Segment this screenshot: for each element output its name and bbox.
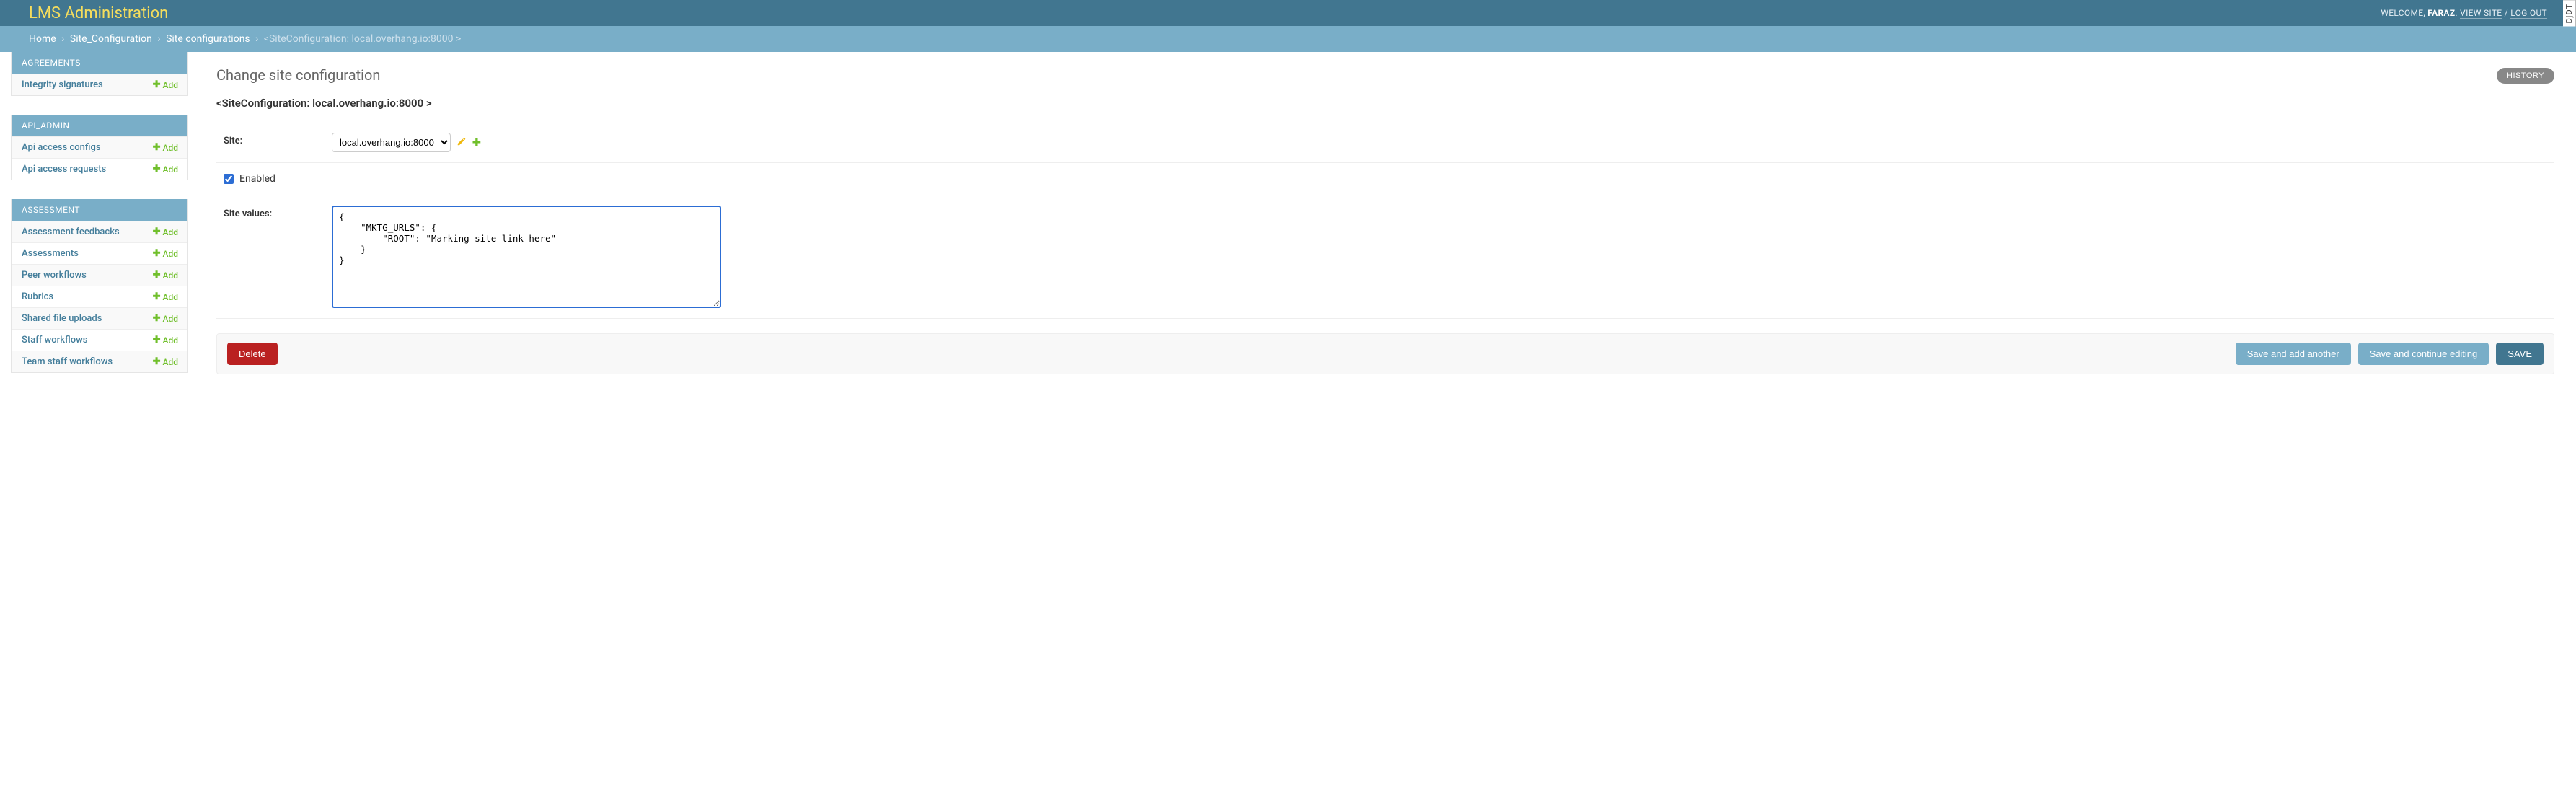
enabled-label: Enabled: [239, 173, 275, 185]
add-related-icon[interactable]: ✚: [472, 137, 481, 149]
username: FARAZ: [2427, 8, 2455, 18]
model-link-staff-workflows[interactable]: Staff workflows: [22, 335, 87, 346]
app-caption-api-admin[interactable]: API_ADMIN: [12, 115, 187, 136]
model-row-staff-workflows: Staff workflows ✚Add: [12, 329, 187, 351]
add-link-assessments[interactable]: ✚Add: [153, 248, 178, 259]
breadcrumb-separator: ›: [154, 33, 163, 45]
delete-button[interactable]: Delete: [227, 343, 278, 365]
add-link-rubrics[interactable]: ✚Add: [153, 291, 178, 302]
app-module-agreements: AGREEMENTS Integrity signatures ✚Add: [11, 52, 188, 96]
plus-icon: ✚: [153, 142, 161, 153]
model-row-api-access-configs: Api access configs ✚Add: [12, 136, 187, 158]
model-row-team-staff-workflows: Team staff workflows ✚Add: [12, 351, 187, 372]
plus-icon: ✚: [153, 291, 161, 302]
model-row-integrity-signatures: Integrity signatures ✚Add: [12, 74, 187, 95]
object-repr: <SiteConfiguration: local.overhang.io:80…: [216, 97, 2554, 110]
object-tools: HISTORY: [2497, 68, 2554, 84]
add-link-api-access-configs[interactable]: ✚Add: [153, 142, 178, 153]
user-tools: WELCOME, FARAZ. VIEW SITE / LOG OUT: [2381, 8, 2547, 18]
model-link-assessment-feedbacks[interactable]: Assessment feedbacks: [22, 226, 120, 237]
app-caption-agreements[interactable]: AGREEMENTS: [12, 52, 187, 74]
plus-icon: ✚: [153, 248, 161, 259]
field-row-enabled: Enabled: [216, 163, 2554, 195]
model-link-api-access-requests[interactable]: Api access requests: [22, 164, 106, 175]
app-module-assessment: ASSESSMENTAssessment feedbacks✚AddAssess…: [11, 199, 188, 373]
plus-icon: ✚: [153, 356, 161, 367]
model-row-rubrics: Rubrics ✚Add: [12, 286, 187, 307]
app-sidebar: AGREEMENTSIntegrity signatures✚AddAPI_AD…: [11, 52, 188, 392]
breadcrumb-model[interactable]: Site configurations: [166, 33, 250, 45]
welcome-prefix: WELCOME,: [2381, 8, 2427, 18]
model-link-rubrics[interactable]: Rubrics: [22, 291, 53, 302]
site-label: Site:: [224, 133, 332, 146]
save-continue-button[interactable]: Save and continue editing: [2358, 343, 2489, 365]
plus-icon: ✚: [153, 226, 161, 237]
breadcrumb-separator: ›: [252, 33, 261, 45]
model-link-integrity-signatures[interactable]: Integrity signatures: [22, 79, 103, 90]
add-label: Add: [163, 143, 178, 153]
pencil-icon[interactable]: [456, 136, 467, 149]
model-link-team-staff-workflows[interactable]: Team staff workflows: [22, 356, 113, 367]
model-row-assessments: Assessments ✚Add: [12, 242, 187, 264]
save-button[interactable]: SAVE: [2496, 343, 2544, 365]
save-add-another-button[interactable]: Save and add another: [2236, 343, 2351, 365]
model-link-api-access-configs[interactable]: Api access configs: [22, 142, 101, 153]
history-button[interactable]: HISTORY: [2497, 68, 2554, 84]
page-title: Change site configuration: [216, 66, 2554, 84]
add-label: Add: [163, 335, 178, 346]
field-row-site-values: Site values:: [216, 195, 2554, 319]
model-row-assessment-feedbacks: Assessment feedbacks ✚Add: [12, 221, 187, 242]
site-values-textarea[interactable]: [332, 206, 721, 308]
admin-header: LMS Administration WELCOME, FARAZ. VIEW …: [0, 0, 2576, 26]
breadcrumb-home[interactable]: Home: [29, 33, 56, 45]
model-link-peer-workflows[interactable]: Peer workflows: [22, 270, 87, 281]
plus-icon: ✚: [153, 270, 161, 281]
field-row-site: Site: local.overhang.io:8000 ✚: [216, 123, 2554, 163]
plus-icon: ✚: [153, 335, 161, 346]
app-module-api-admin: API_ADMINApi access configs✚AddApi acces…: [11, 115, 188, 180]
add-link-peer-workflows[interactable]: ✚Add: [153, 270, 178, 281]
site-values-label: Site values:: [224, 206, 332, 219]
add-link-api-access-requests[interactable]: ✚Add: [153, 164, 178, 175]
plus-icon: ✚: [153, 79, 161, 90]
site-select[interactable]: local.overhang.io:8000: [332, 133, 451, 152]
breadcrumb-separator: ›: [58, 33, 67, 45]
add-link-team-staff-workflows[interactable]: ✚Add: [153, 356, 178, 367]
add-label: Add: [163, 314, 178, 324]
add-link-staff-workflows[interactable]: ✚Add: [153, 335, 178, 346]
add-label: Add: [163, 227, 178, 237]
app-caption-assessment[interactable]: ASSESSMENT: [12, 199, 187, 221]
add-label: Add: [163, 270, 178, 281]
user-tools-separator: /: [2502, 8, 2510, 18]
breadcrumb: Home › Site_Configuration › Site configu…: [0, 26, 2576, 52]
logout-link[interactable]: LOG OUT: [2510, 8, 2547, 19]
model-link-shared-file-uploads[interactable]: Shared file uploads: [22, 313, 102, 324]
add-link-integrity-signatures[interactable]: ✚Add: [153, 79, 178, 90]
branding-title[interactable]: LMS Administration: [29, 4, 168, 22]
model-row-api-access-requests: Api access requests ✚Add: [12, 158, 187, 180]
breadcrumb-app[interactable]: Site_Configuration: [70, 33, 152, 45]
plus-icon: ✚: [153, 313, 161, 324]
plus-icon: ✚: [153, 164, 161, 175]
add-link-shared-file-uploads[interactable]: ✚Add: [153, 313, 178, 324]
model-row-shared-file-uploads: Shared file uploads ✚Add: [12, 307, 187, 329]
view-site-link[interactable]: VIEW SITE: [2460, 8, 2502, 19]
add-label: Add: [163, 249, 178, 259]
breadcrumb-current: <SiteConfiguration: local.overhang.io:80…: [264, 33, 461, 45]
submit-row: Delete Save and add another Save and con…: [216, 333, 2554, 374]
main-content: HISTORY Change site configuration <SiteC…: [188, 52, 2576, 392]
add-link-assessment-feedbacks[interactable]: ✚Add: [153, 226, 178, 237]
add-label: Add: [163, 164, 178, 175]
enabled-checkbox[interactable]: [224, 174, 234, 184]
model-row-peer-workflows: Peer workflows ✚Add: [12, 264, 187, 286]
add-label: Add: [163, 357, 178, 367]
add-label: Add: [163, 292, 178, 302]
add-label: Add: [163, 80, 178, 90]
debug-toolbar-tab[interactable]: DjDT: [2563, 0, 2576, 27]
model-link-assessments[interactable]: Assessments: [22, 248, 79, 259]
